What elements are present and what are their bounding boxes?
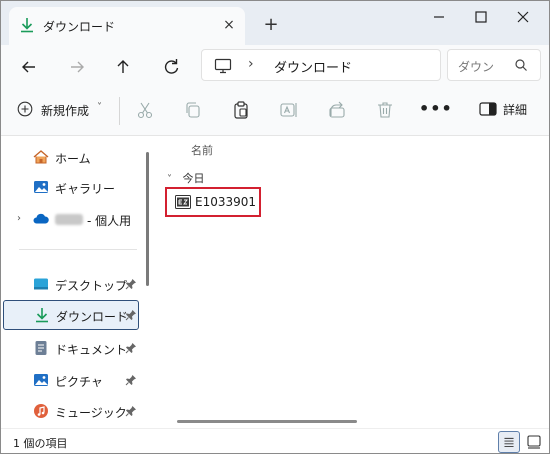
pictures-icon bbox=[34, 374, 48, 386]
home-icon bbox=[33, 150, 49, 164]
minimize-button[interactable] bbox=[421, 5, 457, 29]
documents-icon bbox=[35, 341, 47, 355]
expand-chevron-icon[interactable]: › bbox=[17, 213, 21, 224]
sidebar-item-label: ピクチャ bbox=[55, 375, 103, 389]
address-bar[interactable]: › ダウンロード bbox=[201, 49, 441, 81]
sidebar-item-label: デスクトップ bbox=[55, 279, 128, 293]
delete-icon[interactable] bbox=[375, 100, 395, 120]
sidebar-item-label: ダウンロード bbox=[56, 310, 129, 324]
large-icons-view-button[interactable] bbox=[523, 431, 545, 453]
command-bar: 新規作成 ˅ ••• 詳細 bbox=[1, 85, 549, 136]
pin-icon[interactable] bbox=[125, 405, 137, 417]
file-item[interactable]: E1033901 bbox=[165, 187, 261, 217]
rename-icon[interactable] bbox=[279, 100, 299, 120]
pin-icon[interactable] bbox=[125, 374, 137, 386]
chevron-down-icon: ˅ bbox=[97, 102, 102, 113]
sidebar-item-onedrive[interactable]: › - 個人用 bbox=[3, 205, 139, 235]
blurred-account-name bbox=[55, 214, 83, 225]
navigation-pane: ホーム ギャラリー › - 個人用 デスクトップ ダウンロード ドキュメント ピ… bbox=[1, 136, 149, 428]
close-window-button[interactable] bbox=[505, 5, 541, 29]
file-list-pane: 名前 ˅ 今日 E1033901 bbox=[159, 136, 549, 428]
status-bar: 1 個の項目 bbox=[1, 428, 549, 453]
music-icon bbox=[34, 404, 48, 418]
sidebar-item-documents[interactable]: ドキュメント bbox=[3, 334, 139, 364]
breadcrumb-downloads[interactable]: ダウンロード bbox=[274, 57, 352, 76]
file-explorer-window: ダウンロード × + › ダウンロード ダウン 新規作成 ˅ ••• 詳細 ホー… bbox=[0, 0, 550, 454]
pin-icon[interactable] bbox=[125, 278, 137, 290]
pin-icon[interactable] bbox=[125, 342, 137, 354]
paste-icon[interactable] bbox=[231, 100, 251, 120]
search-box[interactable]: ダウン bbox=[447, 49, 541, 81]
column-header-name[interactable]: 名前 bbox=[191, 142, 213, 158]
sidebar-divider bbox=[19, 249, 137, 250]
download-icon bbox=[21, 18, 33, 33]
download-icon bbox=[36, 308, 48, 323]
copy-icon[interactable] bbox=[183, 100, 203, 120]
tab-downloads[interactable]: ダウンロード × bbox=[9, 7, 245, 45]
new-button[interactable]: 新規作成 ˅ bbox=[13, 97, 109, 123]
share-icon[interactable] bbox=[327, 100, 347, 120]
details-view-button[interactable] bbox=[498, 431, 520, 453]
breadcrumb-separator[interactable]: › bbox=[248, 56, 254, 72]
sidebar-item-pictures[interactable]: ピクチャ bbox=[3, 366, 139, 396]
details-pane-icon bbox=[479, 102, 497, 116]
refresh-button[interactable] bbox=[157, 53, 185, 81]
sidebar-item-label: - 個人用 bbox=[87, 214, 132, 228]
computer-icon bbox=[214, 58, 232, 74]
tab-title: ダウンロード bbox=[43, 20, 116, 34]
new-button-label: 新規作成 bbox=[41, 104, 90, 118]
onedrive-icon bbox=[33, 213, 49, 224]
forward-button[interactable] bbox=[63, 53, 91, 81]
sidebar-item-label: ミュージック bbox=[55, 406, 127, 420]
more-options-button[interactable]: ••• bbox=[419, 99, 453, 118]
pin-icon[interactable] bbox=[125, 309, 137, 321]
gallery-icon bbox=[34, 181, 48, 193]
cut-icon[interactable] bbox=[135, 100, 155, 120]
sidebar-item-home[interactable]: ホーム bbox=[3, 143, 139, 173]
title-bar: ダウンロード × + bbox=[1, 1, 549, 45]
group-header-today[interactable]: ˅ 今日 bbox=[167, 170, 205, 186]
sidebar-item-gallery[interactable]: ギャラリー bbox=[3, 173, 139, 203]
sidebar-item-label: ギャラリー bbox=[55, 182, 116, 196]
tab-close-button[interactable]: × bbox=[219, 15, 239, 35]
new-tab-button[interactable]: + bbox=[259, 13, 283, 37]
group-label: 今日 bbox=[182, 172, 205, 185]
sidebar-scrollbar[interactable] bbox=[146, 152, 149, 286]
exe-file-icon bbox=[175, 195, 191, 209]
horizontal-scrollbar[interactable] bbox=[177, 420, 357, 423]
maximize-button[interactable] bbox=[463, 5, 499, 29]
sidebar-item-label: ホーム bbox=[55, 152, 91, 166]
toolbar-divider bbox=[119, 97, 120, 125]
sidebar-item-downloads[interactable]: ダウンロード bbox=[3, 300, 139, 330]
sidebar-item-label: ドキュメント bbox=[55, 343, 128, 357]
search-icon bbox=[515, 59, 527, 71]
up-button[interactable] bbox=[109, 53, 137, 81]
sidebar-item-music[interactable]: ミュージック bbox=[3, 397, 139, 427]
item-count: 1 個の項目 bbox=[13, 437, 68, 450]
navigation-bar: › ダウンロード ダウン bbox=[1, 45, 549, 85]
sidebar-item-desktop[interactable]: デスクトップ bbox=[3, 270, 139, 300]
chevron-down-icon: ˅ bbox=[167, 174, 172, 185]
search-placeholder: ダウン bbox=[458, 60, 495, 74]
file-name: E1033901 bbox=[195, 195, 257, 209]
back-button[interactable] bbox=[15, 53, 43, 81]
details-button-label: 詳細 bbox=[503, 103, 528, 117]
desktop-icon bbox=[34, 278, 48, 290]
plus-circle-icon bbox=[17, 101, 33, 117]
